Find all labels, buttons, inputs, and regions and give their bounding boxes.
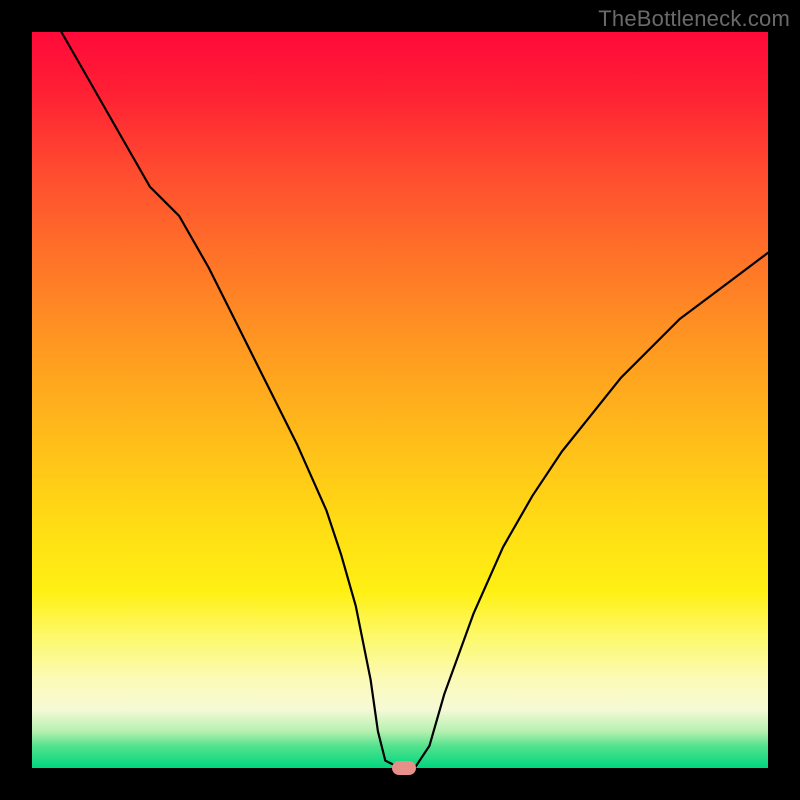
- plot-area: [32, 32, 768, 768]
- minimum-marker: [392, 761, 416, 775]
- watermark-text: TheBottleneck.com: [598, 6, 790, 32]
- chart-frame: TheBottleneck.com: [0, 0, 800, 800]
- bottleneck-curve: [32, 32, 768, 768]
